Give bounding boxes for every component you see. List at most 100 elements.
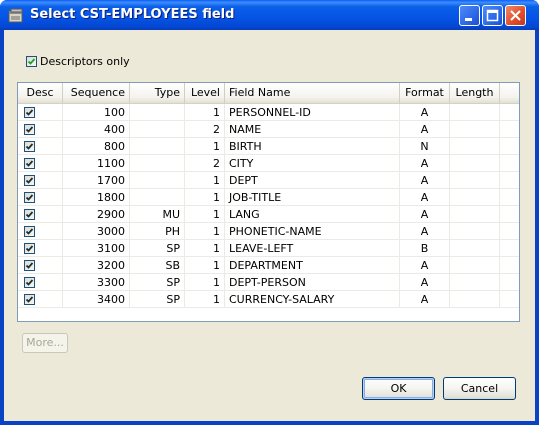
column-header-desc[interactable]: Desc — [18, 83, 63, 103]
level-cell: 1 — [185, 223, 225, 240]
check-icon — [27, 57, 36, 65]
level-cell: 1 — [185, 240, 225, 257]
sequence-cell: 2900 — [63, 206, 130, 223]
table-row[interactable]: 800 1 BIRTH N — [18, 138, 519, 155]
close-button[interactable] — [505, 5, 526, 26]
minimize-button[interactable] — [459, 5, 480, 26]
column-header-type[interactable]: Type — [130, 83, 185, 103]
field-name-cell: LANG — [225, 206, 400, 223]
column-header-format[interactable]: Format — [400, 83, 450, 103]
title-bar[interactable]: Select CST-EMPLOYEES field — [0, 0, 539, 30]
column-header-length[interactable]: Length — [450, 83, 500, 103]
check-icon — [25, 296, 34, 303]
field-name-cell: PHONETIC-NAME — [225, 223, 400, 240]
descriptor-checkbox[interactable] — [24, 158, 35, 169]
sequence-cell: 1700 — [63, 172, 130, 189]
sequence-cell: 3400 — [63, 291, 130, 308]
more-button[interactable]: More... — [22, 333, 68, 353]
length-cell — [450, 138, 500, 155]
field-name-cell: PERSONNEL-ID — [225, 104, 400, 121]
filler-cell — [500, 121, 519, 138]
filler-cell — [500, 223, 519, 240]
desc-cell — [18, 240, 63, 257]
descriptor-checkbox[interactable] — [24, 124, 35, 135]
length-cell — [450, 172, 500, 189]
level-cell: 1 — [185, 257, 225, 274]
type-cell: SB — [130, 257, 185, 274]
format-cell: A — [400, 121, 450, 138]
table-row[interactable]: 1700 1 DEPT A — [18, 172, 519, 189]
table-row[interactable]: 100 1 PERSONNEL-ID A — [18, 104, 519, 121]
column-header-level[interactable]: Level — [185, 83, 225, 103]
descriptor-checkbox[interactable] — [24, 192, 35, 203]
level-cell: 1 — [185, 206, 225, 223]
check-icon — [25, 143, 34, 150]
table-row[interactable]: 3300 SP 1 DEPT-PERSON A — [18, 274, 519, 291]
desc-cell — [18, 189, 63, 206]
ok-button[interactable]: OK — [362, 377, 435, 400]
format-cell: A — [400, 257, 450, 274]
table-row[interactable]: 3400 SP 1 CURRENCY-SALARY A — [18, 291, 519, 308]
filler-cell — [500, 155, 519, 172]
level-cell: 1 — [185, 138, 225, 155]
type-cell — [130, 172, 185, 189]
descriptors-only-checkbox[interactable] — [26, 55, 37, 67]
length-cell — [450, 274, 500, 291]
window-title: Select CST-EMPLOYEES field — [30, 7, 235, 22]
format-cell: A — [400, 274, 450, 291]
descriptor-checkbox[interactable] — [24, 226, 35, 237]
dialog-body: Descriptors only Desc Sequence Type Leve… — [4, 30, 535, 421]
descriptor-checkbox[interactable] — [24, 243, 35, 254]
table-header: Desc Sequence Type Level Field Name Form… — [18, 83, 519, 104]
descriptor-checkbox[interactable] — [24, 175, 35, 186]
level-cell: 1 — [185, 172, 225, 189]
table-row[interactable]: 400 2 NAME A — [18, 121, 519, 138]
length-cell — [450, 257, 500, 274]
descriptor-checkbox[interactable] — [24, 107, 35, 118]
descriptor-checkbox[interactable] — [24, 209, 35, 220]
field-name-cell: JOB-TITLE — [225, 189, 400, 206]
type-cell: PH — [130, 223, 185, 240]
sequence-cell: 3000 — [63, 223, 130, 240]
check-icon — [25, 126, 34, 133]
format-cell: A — [400, 206, 450, 223]
length-cell — [450, 155, 500, 172]
filler-cell — [500, 104, 519, 121]
table-row[interactable]: 2900 MU 1 LANG A — [18, 206, 519, 223]
type-cell: MU — [130, 206, 185, 223]
column-header-field-name[interactable]: Field Name — [225, 83, 400, 103]
descriptor-checkbox[interactable] — [24, 277, 35, 288]
type-cell: SP — [130, 274, 185, 291]
descriptor-checkbox[interactable] — [24, 294, 35, 305]
descriptors-only-option[interactable]: Descriptors only — [26, 54, 130, 68]
filler-cell — [500, 206, 519, 223]
descriptor-checkbox[interactable] — [24, 260, 35, 271]
length-cell — [450, 291, 500, 308]
check-icon — [25, 160, 34, 167]
cancel-button[interactable]: Cancel — [443, 377, 516, 400]
filler-cell — [500, 274, 519, 291]
length-cell — [450, 104, 500, 121]
descriptors-only-label: Descriptors only — [40, 54, 130, 68]
sequence-cell: 3300 — [63, 274, 130, 291]
sequence-cell: 1100 — [63, 155, 130, 172]
length-cell — [450, 223, 500, 240]
table-row[interactable]: 3100 SP 1 LEAVE-LEFT B — [18, 240, 519, 257]
table-row[interactable]: 3200 SB 1 DEPARTMENT A — [18, 257, 519, 274]
maximize-button[interactable] — [482, 5, 503, 26]
level-cell: 2 — [185, 155, 225, 172]
check-icon — [25, 194, 34, 201]
length-cell — [450, 206, 500, 223]
check-icon — [25, 279, 34, 286]
filler-cell — [500, 291, 519, 308]
type-cell: SP — [130, 240, 185, 257]
descriptor-checkbox[interactable] — [24, 141, 35, 152]
level-cell: 2 — [185, 121, 225, 138]
field-name-cell: BIRTH — [225, 138, 400, 155]
field-name-cell: CITY — [225, 155, 400, 172]
table-row[interactable]: 3000 PH 1 PHONETIC-NAME A — [18, 223, 519, 240]
column-header-sequence[interactable]: Sequence — [63, 83, 130, 103]
type-cell — [130, 138, 185, 155]
table-row[interactable]: 1100 2 CITY A — [18, 155, 519, 172]
table-row[interactable]: 1800 1 JOB-TITLE A — [18, 189, 519, 206]
